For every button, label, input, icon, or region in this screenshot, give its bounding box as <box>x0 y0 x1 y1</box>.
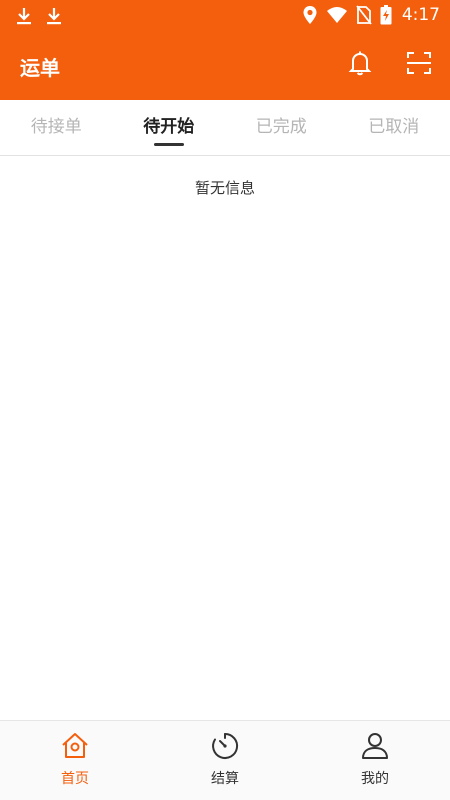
status-bar-system: 4:17 <box>302 5 440 25</box>
nav-label: 我的 <box>361 771 389 787</box>
app-screen: 4:17 运单 待接单 待开始 已完成 已取消 暂无信息 首页 结算 我的 <box>0 0 450 800</box>
tab-pending-accept[interactable]: 待接单 <box>0 100 113 155</box>
notifications-button[interactable] <box>345 50 375 80</box>
timer-icon <box>210 731 240 761</box>
user-icon <box>360 731 390 761</box>
download-icon <box>44 6 64 26</box>
nav-item-home[interactable]: 首页 <box>0 721 150 800</box>
wifi-icon <box>326 6 348 24</box>
tab-label: 待开始 <box>143 117 195 137</box>
status-time: 4:17 <box>401 5 440 25</box>
status-bar-notifications <box>14 6 64 26</box>
nav-item-profile[interactable]: 我的 <box>300 721 450 800</box>
order-list[interactable]: 暂无信息 <box>0 156 450 720</box>
page-title: 运单 <box>20 56 60 80</box>
tab-pending-start[interactable]: 待开始 <box>113 100 226 155</box>
nav-label: 首页 <box>61 771 89 787</box>
order-status-tabs: 待接单 待开始 已完成 已取消 <box>0 100 450 156</box>
scan-icon <box>406 50 432 80</box>
no-sim-icon <box>356 5 372 25</box>
scan-button[interactable] <box>404 50 434 80</box>
tab-completed[interactable]: 已完成 <box>225 100 338 155</box>
tab-label: 待接单 <box>30 117 82 137</box>
battery-charging-icon <box>380 5 392 25</box>
bell-icon <box>348 50 372 80</box>
top-bar: 4:17 运单 <box>0 0 450 100</box>
tab-cancelled[interactable]: 已取消 <box>338 100 450 155</box>
active-tab-indicator <box>153 143 184 146</box>
app-header: 运单 <box>0 32 450 100</box>
nav-label: 结算 <box>211 771 239 787</box>
empty-state-text: 暂无信息 <box>194 179 255 197</box>
download-icon <box>14 6 34 26</box>
home-icon <box>60 731 90 761</box>
nav-item-settlement[interactable]: 结算 <box>150 721 300 800</box>
tab-label: 已完成 <box>255 117 307 137</box>
tab-label: 已取消 <box>368 117 420 137</box>
bottom-navigation: 首页 结算 我的 <box>0 720 450 800</box>
location-icon <box>302 5 318 25</box>
status-bar: 4:17 <box>0 0 450 32</box>
